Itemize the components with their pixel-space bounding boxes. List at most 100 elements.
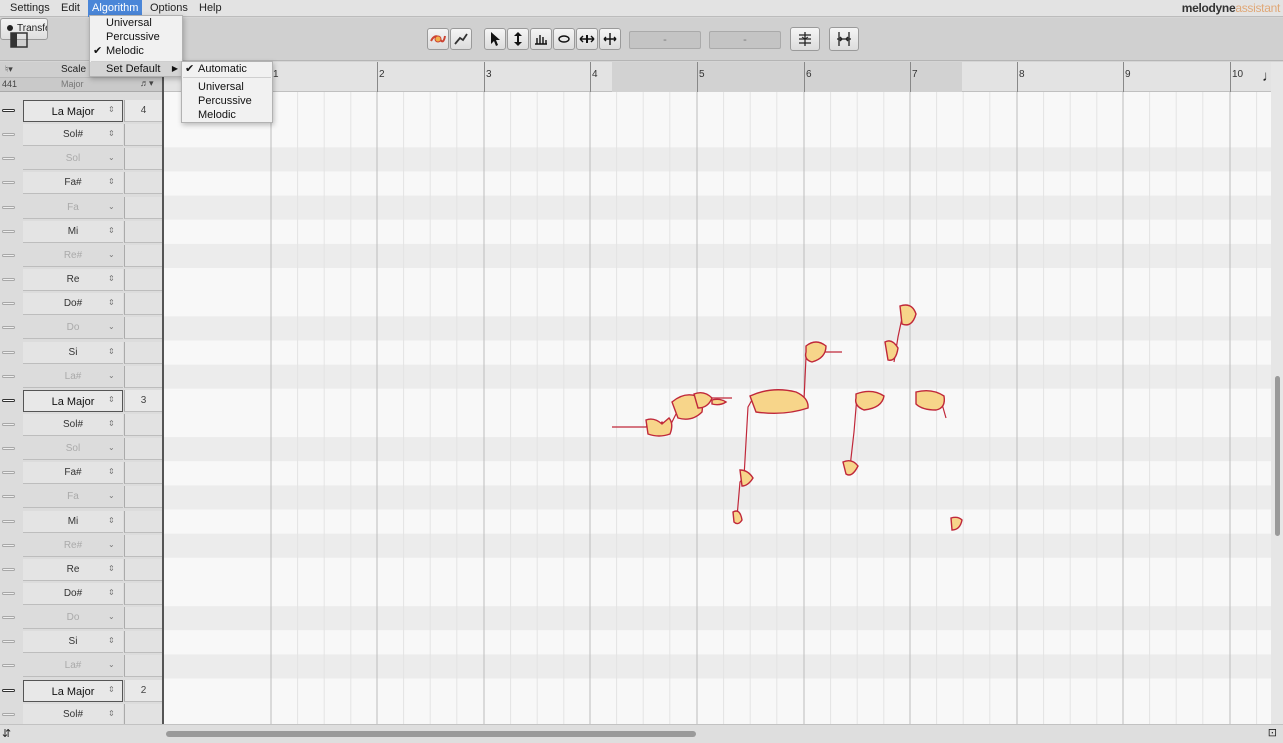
scale-row[interactable]: Fa ⌄ bbox=[0, 485, 162, 509]
main-tool-button[interactable] bbox=[427, 28, 449, 50]
scale-row[interactable]: Si ⇕ bbox=[0, 341, 162, 365]
scale-row[interactable]: Mi ⇕ bbox=[0, 510, 162, 534]
row-handle-icon[interactable] bbox=[2, 253, 15, 257]
scale-mode-label[interactable]: Major bbox=[61, 79, 84, 89]
row-handle-icon[interactable] bbox=[2, 712, 15, 716]
row-handle-icon[interactable] bbox=[2, 109, 15, 112]
chevron-down-icon[interactable]: ⌄ bbox=[108, 371, 115, 380]
row-handle-icon[interactable] bbox=[2, 640, 15, 644]
scale-row[interactable]: Mi ⇕ bbox=[0, 220, 162, 244]
scale-row[interactable]: La Major ⇕ 3 bbox=[0, 389, 162, 413]
sidebar-toggle-button[interactable] bbox=[8, 29, 30, 51]
note-blob[interactable] bbox=[899, 304, 917, 326]
row-handle-icon[interactable] bbox=[2, 326, 15, 330]
chevron-down-icon[interactable]: ⌄ bbox=[108, 250, 115, 259]
chevron-down-icon[interactable]: ⌄ bbox=[108, 612, 115, 621]
row-handle-icon[interactable] bbox=[2, 664, 15, 668]
formant-tool-button[interactable] bbox=[553, 28, 575, 50]
select-tool-button[interactable] bbox=[484, 28, 506, 50]
note-value-icon[interactable]: ♩ bbox=[1262, 68, 1277, 85]
algorithm-universal[interactable]: Universal bbox=[90, 16, 182, 30]
row-handle-icon[interactable] bbox=[2, 374, 15, 378]
scale-row[interactable]: Fa# ⇕ bbox=[0, 171, 162, 195]
scale-row[interactable]: Re ⇕ bbox=[0, 268, 162, 292]
stepper-icon[interactable]: ⇕ bbox=[108, 685, 115, 694]
scale-row[interactable]: La Major ⇕ 2 bbox=[0, 679, 162, 703]
correct-pitch-button[interactable] bbox=[790, 27, 820, 51]
note-blob[interactable] bbox=[804, 341, 827, 363]
scale-row[interactable]: Sol ⌄ bbox=[0, 147, 162, 171]
note-blob[interactable] bbox=[854, 390, 885, 411]
row-handle-icon[interactable] bbox=[2, 302, 15, 306]
default-universal[interactable]: Universal bbox=[182, 80, 272, 94]
stepper-icon[interactable]: ⇕ bbox=[108, 516, 115, 525]
row-handle-icon[interactable] bbox=[2, 133, 15, 137]
pitch-value-field[interactable]: - bbox=[629, 31, 701, 49]
separation-tool-button[interactable] bbox=[599, 28, 621, 50]
pitch-reference[interactable]: 441 bbox=[2, 79, 17, 89]
row-handle-icon[interactable] bbox=[2, 495, 15, 499]
stepper-icon[interactable]: ⇕ bbox=[108, 588, 115, 597]
pitch-move-button[interactable] bbox=[507, 28, 529, 50]
row-handle-icon[interactable] bbox=[2, 567, 15, 571]
scale-row[interactable]: La Major ⇕ 4 bbox=[0, 99, 162, 123]
scale-row[interactable]: Re# ⌄ bbox=[0, 534, 162, 558]
stepper-icon[interactable]: ⇕ bbox=[108, 226, 115, 235]
row-handle-icon[interactable] bbox=[2, 422, 15, 426]
note-blob[interactable] bbox=[842, 459, 859, 476]
scale-row[interactable]: Sol# ⇕ bbox=[0, 413, 162, 437]
menu-edit[interactable]: Edit bbox=[57, 0, 84, 17]
row-handle-icon[interactable] bbox=[2, 688, 15, 692]
stepper-icon[interactable]: ⇕ bbox=[108, 395, 115, 404]
algorithm-percussive[interactable]: Percussive bbox=[90, 30, 182, 44]
note-blob[interactable] bbox=[645, 417, 673, 437]
scale-row[interactable]: Re ⇕ bbox=[0, 558, 162, 582]
note-blob[interactable] bbox=[732, 510, 743, 525]
stepper-icon[interactable]: ⇕ bbox=[108, 298, 115, 307]
scale-row[interactable]: Sol ⌄ bbox=[0, 437, 162, 461]
algorithm-set-default[interactable]: Set Default ▶ bbox=[90, 62, 182, 76]
scale-row[interactable]: La# ⌄ bbox=[0, 365, 162, 389]
note-editor[interactable]: 1 2 3 4 5 6 7 8 9 10 bbox=[164, 62, 1271, 724]
stepper-icon[interactable]: ⇕ bbox=[108, 105, 115, 114]
stepper-icon[interactable]: ⇕ bbox=[108, 129, 115, 138]
amplitude-tool-button[interactable] bbox=[530, 28, 552, 50]
horizontal-scrollbar[interactable]: ⇵ ⊡ bbox=[0, 724, 1283, 743]
note-blob[interactable] bbox=[915, 389, 946, 411]
horizontal-scroll-thumb[interactable] bbox=[166, 731, 696, 737]
stepper-icon[interactable]: ⇕ bbox=[108, 467, 115, 476]
scale-header-label[interactable]: Scale bbox=[61, 64, 86, 75]
scale-row[interactable]: Re# ⌄ bbox=[0, 244, 162, 268]
scale-row[interactable]: Si ⇕ bbox=[0, 630, 162, 654]
chevron-down-icon[interactable]: ⌄ bbox=[108, 443, 115, 452]
row-handle-icon[interactable] bbox=[2, 181, 15, 185]
default-melodic[interactable]: Melodic bbox=[182, 108, 272, 122]
note-blob[interactable] bbox=[950, 516, 963, 531]
row-handle-icon[interactable] bbox=[2, 543, 15, 547]
default-percussive[interactable]: Percussive bbox=[182, 94, 272, 108]
pitch-tool-button[interactable] bbox=[450, 28, 472, 50]
stepper-icon[interactable]: ⇕ bbox=[108, 564, 115, 573]
scale-row[interactable]: Fa ⌄ bbox=[0, 196, 162, 220]
scale-row[interactable]: La# ⌄ bbox=[0, 654, 162, 678]
note-blob[interactable] bbox=[739, 469, 754, 487]
chevron-down-icon[interactable]: ⌄ bbox=[108, 660, 115, 669]
scale-row[interactable]: Do ⌄ bbox=[0, 606, 162, 630]
scale-row[interactable]: Do# ⇕ bbox=[0, 582, 162, 606]
note-length-icon[interactable]: ♬▾ bbox=[140, 78, 154, 89]
row-handle-icon[interactable] bbox=[2, 350, 15, 354]
row-handle-icon[interactable] bbox=[2, 205, 15, 209]
chevron-down-icon[interactable]: ⌄ bbox=[108, 202, 115, 211]
stepper-icon[interactable]: ⇕ bbox=[108, 274, 115, 283]
note-blob[interactable] bbox=[693, 391, 713, 409]
row-handle-icon[interactable] bbox=[2, 471, 15, 475]
vertical-scroll-thumb[interactable] bbox=[1275, 376, 1280, 536]
stepper-icon[interactable]: ⇕ bbox=[108, 636, 115, 645]
scale-row[interactable]: Do ⌄ bbox=[0, 316, 162, 340]
scale-row[interactable]: Do# ⇕ bbox=[0, 292, 162, 316]
note-blob[interactable] bbox=[749, 389, 809, 415]
row-handle-icon[interactable] bbox=[2, 398, 15, 402]
menu-settings[interactable]: Settings bbox=[6, 0, 54, 17]
row-handle-icon[interactable] bbox=[2, 229, 15, 233]
stepper-icon[interactable]: ⇕ bbox=[108, 709, 115, 718]
